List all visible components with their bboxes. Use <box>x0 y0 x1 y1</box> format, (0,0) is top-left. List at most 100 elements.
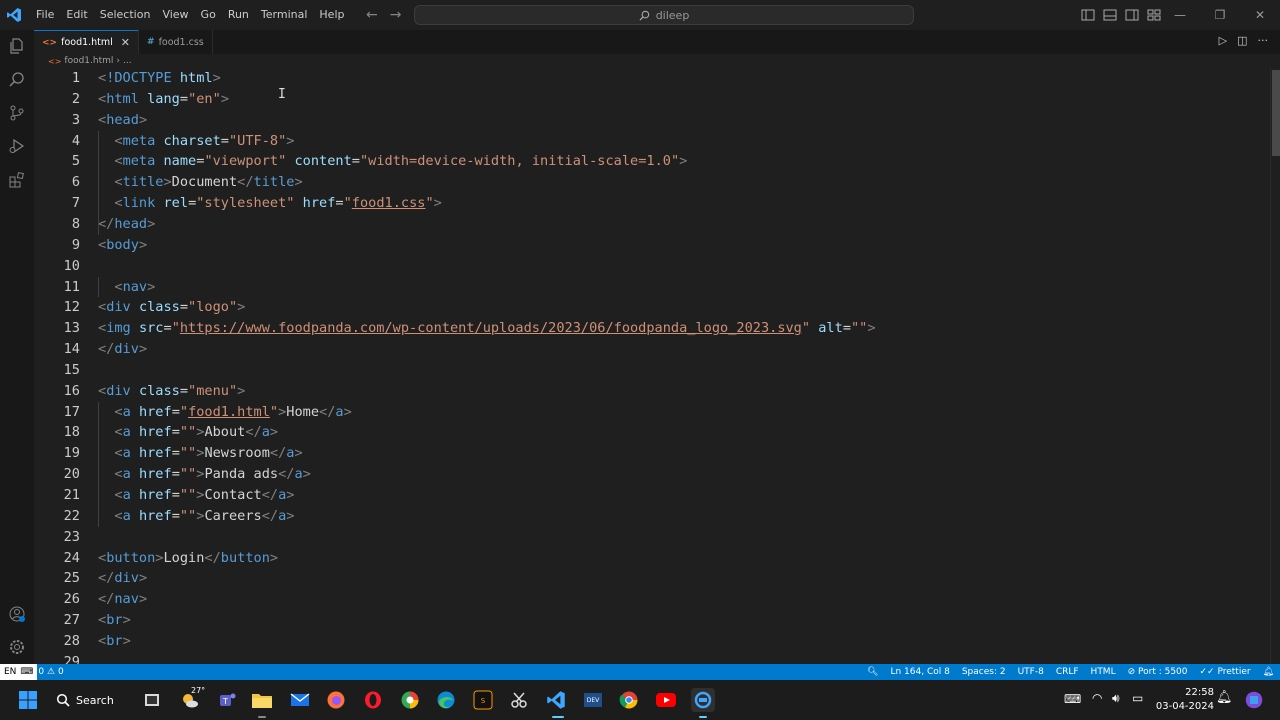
search-sidebar-icon[interactable] <box>5 68 29 92</box>
toggle-secondary-sidebar-icon[interactable] <box>1124 7 1140 23</box>
code-line[interactable]: 23 <box>34 527 1264 548</box>
edge-icon[interactable] <box>434 688 458 712</box>
notifications-bell-icon[interactable]: 🔔︎ <box>1257 667 1280 677</box>
menu-view[interactable]: View <box>156 0 194 30</box>
code-line[interactable]: 28 <br> <box>34 631 1264 652</box>
scrollbar-thumb[interactable] <box>1272 70 1280 156</box>
accounts-icon[interactable] <box>5 602 29 626</box>
code-line[interactable]: 8 </head> <box>34 214 1264 235</box>
snipping-tool-icon[interactable] <box>507 688 531 712</box>
close-tab-icon[interactable]: ✕ <box>121 36 130 49</box>
toggle-primary-sidebar-icon[interactable] <box>1080 7 1096 23</box>
code-line[interactable]: 12 <div class="logo"> <box>34 297 1264 318</box>
menu-help[interactable]: Help <box>313 0 350 30</box>
prettier-status[interactable]: ✓✓ Prettier <box>1194 667 1257 677</box>
code-line[interactable]: 4 <meta charset="UTF-8"> <box>34 131 1264 152</box>
file-explorer-icon[interactable] <box>250 688 274 712</box>
code-line[interactable]: 18 <a href="">About</a> <box>34 422 1264 443</box>
menu-terminal[interactable]: Terminal <box>255 0 314 30</box>
cursor-position[interactable]: Ln 164, Col 8 <box>884 667 955 677</box>
mail-icon[interactable] <box>288 688 312 712</box>
task-view-icon[interactable] <box>140 688 164 712</box>
code-line[interactable]: 2 <html lang="en"> <box>34 89 1264 110</box>
code-line[interactable]: 7 <link rel="stylesheet" href="food1.css… <box>34 193 1264 214</box>
windows-start-icon[interactable] <box>16 688 40 712</box>
code-line[interactable]: 9 <body> <box>34 235 1264 256</box>
code-line[interactable]: 6 <title>Document</title> <box>34 172 1264 193</box>
zoom-icon[interactable]: 🔍︎ <box>861 667 884 677</box>
code-token[interactable]: food1.css <box>352 195 426 211</box>
colorful-app-icon[interactable] <box>398 688 422 712</box>
sublime-app-icon[interactable]: S <box>471 688 495 712</box>
code-line[interactable]: 27 <br> <box>34 610 1264 631</box>
code-line[interactable]: 24 <button>Login</button> <box>34 548 1264 569</box>
code-line[interactable]: 14 </div> <box>34 339 1264 360</box>
code-line[interactable]: 13 <img src="https://www.foodpanda.com/wp… <box>34 318 1264 339</box>
menu-file[interactable]: File <box>30 0 60 30</box>
code-line[interactable]: 10 <box>34 256 1264 277</box>
code-line[interactable]: 3 <head> <box>34 110 1264 131</box>
wifi-icon[interactable]: ◠ <box>1092 691 1102 705</box>
menu-go[interactable]: Go <box>195 0 222 30</box>
active-app-icon[interactable] <box>691 688 715 712</box>
run-file-icon[interactable]: ▷ <box>1219 34 1227 47</box>
language-mode[interactable]: HTML <box>1085 667 1122 677</box>
breadcrumb-file[interactable]: food1.html <box>64 56 113 66</box>
battery-icon[interactable]: ▭ <box>1132 691 1143 705</box>
encoding[interactable]: UTF-8 <box>1012 667 1050 677</box>
code-line[interactable]: 29 <box>34 652 1264 664</box>
settings-gear-icon[interactable] <box>5 635 29 659</box>
tab-food1-css[interactable]: # food1.css <box>139 30 213 54</box>
code-token[interactable]: https://www.foodpanda.com/wp-content/upl… <box>180 320 802 336</box>
code-line[interactable]: 20 <a href="">Panda ads</a> <box>34 464 1264 485</box>
vertical-scrollbar[interactable] <box>1270 68 1280 664</box>
volume-icon[interactable]: 🔊︎ <box>1112 691 1120 706</box>
chrome-icon[interactable] <box>617 688 641 712</box>
menu-edit[interactable]: Edit <box>60 0 93 30</box>
code-token[interactable]: food1.html <box>188 404 270 420</box>
youtube-icon[interactable] <box>654 688 678 712</box>
code-line[interactable]: 11 <nav> <box>34 277 1264 298</box>
code-line[interactable]: 26 </nav> <box>34 589 1264 610</box>
source-control-icon[interactable] <box>5 101 29 125</box>
breadcrumb-rest[interactable]: ... <box>123 56 132 66</box>
copilot-icon[interactable] <box>1242 688 1266 712</box>
keyboard-icon[interactable]: ⌨ <box>1064 692 1081 706</box>
more-actions-icon[interactable]: ··· <box>1258 34 1269 47</box>
restore-icon[interactable]: ❐ <box>1200 0 1240 30</box>
back-arrow-icon[interactable]: ← <box>366 7 378 23</box>
menu-run[interactable]: Run <box>222 0 255 30</box>
indentation[interactable]: Spaces: 2 <box>956 667 1012 677</box>
taskbar-search[interactable]: Search <box>56 689 126 711</box>
code-editor[interactable]: 1 <!DOCTYPE html> 2 <html lang="en"> 3 <head>… <box>34 68 1280 664</box>
live-server-port[interactable]: ⊘ Port : 5500 <box>1122 667 1194 677</box>
minimize-icon[interactable]: — <box>1160 0 1200 30</box>
language-indicator[interactable]: EN ⌨ <box>0 664 38 680</box>
explorer-icon[interactable] <box>5 34 29 58</box>
command-center-search[interactable]: dileep <box>414 5 914 25</box>
code-line[interactable]: 5 <meta name="viewport" content="width=d… <box>34 151 1264 172</box>
end-of-line[interactable]: CRLF <box>1050 667 1085 677</box>
opera-icon[interactable] <box>361 688 385 712</box>
vscode-taskbar-icon[interactable] <box>544 688 568 712</box>
extensions-icon[interactable] <box>5 168 29 192</box>
menu-selection[interactable]: Selection <box>94 0 157 30</box>
teams-icon[interactable]: T <box>216 688 240 712</box>
tab-food1-html[interactable]: <> food1.html ✕ <box>34 30 140 54</box>
code-line[interactable]: 19 <a href="">Newsroom</a> <box>34 443 1264 464</box>
code-line[interactable]: 17 <a href="food1.html">Home</a> <box>34 402 1264 423</box>
toggle-panel-icon[interactable] <box>1102 7 1118 23</box>
notification-icon[interactable]: 🔔︎ <box>1216 690 1233 705</box>
forward-arrow-icon[interactable]: → <box>390 7 402 23</box>
firefox-icon[interactable] <box>324 688 348 712</box>
close-window-icon[interactable]: ✕ <box>1240 0 1280 30</box>
code-line[interactable]: 25 </div> <box>34 568 1264 589</box>
code-line[interactable]: 16 <div class="menu"> <box>34 381 1264 402</box>
code-line[interactable]: 22 <a href="">Careers</a> <box>34 506 1264 527</box>
clock[interactable]: 22:58 03-04-2024 <box>1150 686 1214 714</box>
code-line[interactable]: 21 <a href="">Contact</a> <box>34 485 1264 506</box>
code-line[interactable]: 15 <box>34 360 1264 381</box>
run-debug-icon[interactable] <box>5 134 29 158</box>
split-editor-icon[interactable]: ◫ <box>1237 34 1247 47</box>
code-line[interactable]: 1 <!DOCTYPE html> <box>34 68 1264 89</box>
